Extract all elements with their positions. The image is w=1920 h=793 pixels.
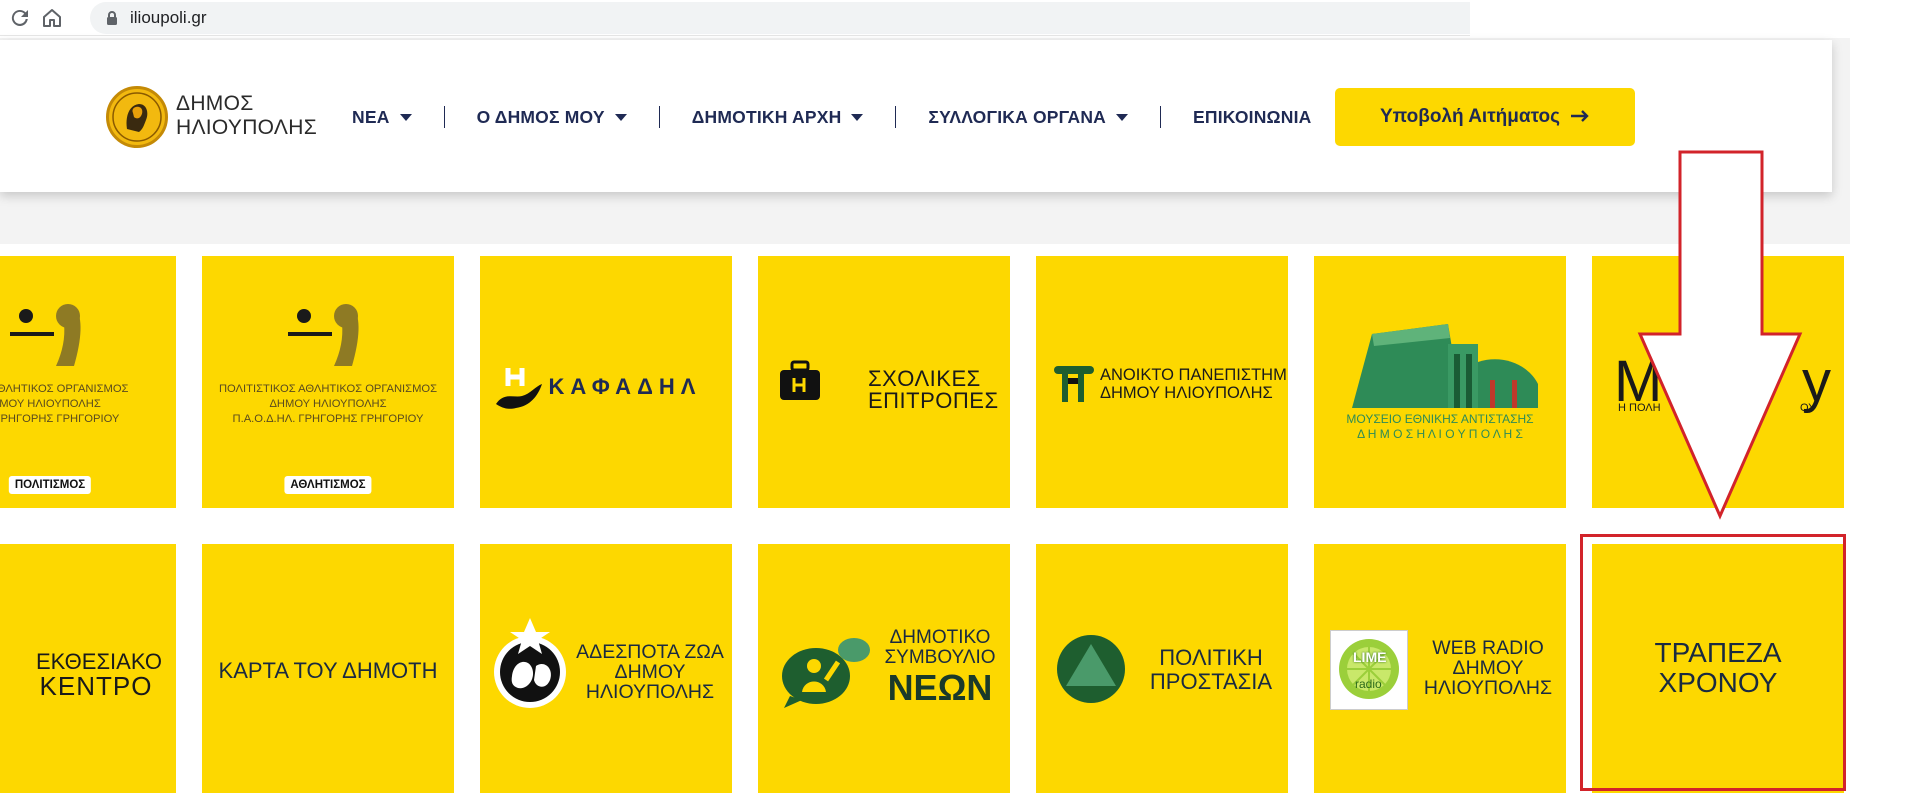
tile-text-line: ΣΧΟΛΙΚΕΣ: [868, 366, 981, 391]
arrow-right-icon: [1570, 106, 1590, 129]
tile-text-line: ΔΗΜΟΥ: [1452, 657, 1524, 679]
browser-toolbar: ilioupoli.gr: [0, 0, 1470, 36]
tile-stray-animals[interactable]: ΑΔΕΣΠΟΤΑ ΖΩΑ ΔΗΜΟΥ ΗΛΙΟΥΠΟΛΗΣ: [480, 544, 732, 793]
category-badge: ΠΟΛΙΤΙΣΜΟΣ: [8, 476, 92, 494]
category-badge: ΑΘΛΗΤΙΣΜΟΣ: [284, 476, 372, 494]
tile-school-committees[interactable]: ΣΧΟΛΙΚΕΣ ΕΠΙΤΡΟΠΕΣ: [758, 256, 1010, 508]
home-icon[interactable]: [40, 6, 64, 30]
speech-mark-icon: [288, 304, 359, 366]
tile-text-line: ΠΡΟΣΤΑΣΙΑ: [1149, 669, 1273, 694]
nav-divider: [443, 106, 445, 128]
nav-divider: [895, 106, 897, 128]
radio-logo-top: LIME: [1353, 649, 1387, 665]
tile-web-radio[interactable]: LIME radio WEB RADIO ΔΗΜΟΥ ΗΛΙΟΥΠΟΛΗΣ: [1314, 544, 1566, 793]
logo-emblem-icon: [106, 86, 168, 148]
tile-cultural-athletic-org-sports[interactable]: ΠΟΛΙΤΙΣΤΙΚΟΣ ΑΘΛΗΤΙΚΟΣ ΟΡΓΑΝΙΣΜΟΣ ΔΗΜΟΥ …: [202, 256, 454, 508]
briefcase-icon: [780, 360, 820, 400]
logo-line-2: ΗΛΙΟΥΠΟΛΗΣ: [176, 116, 317, 139]
nav-item-my-municipality[interactable]: Ο ΔΗΜΟΣ ΜΟΥ: [477, 107, 627, 128]
tile-text-line: ΑΔΕΣΠΟΤΑ ΖΩΑ: [576, 641, 724, 663]
tile-text-line: WEB RADIO: [1432, 637, 1544, 659]
youth-speech-bubble-icon: [782, 638, 870, 708]
submit-request-label: Υποβολή Αιτήματος: [1379, 106, 1561, 127]
nav-item-collective-bodies[interactable]: ΣΥΛΛΟΓΙΚΑ ΟΡΓΑΝΑ: [928, 106, 1129, 128]
nav-divider: [1160, 106, 1162, 128]
tile-text-line: ΜΟΥ ΗΛΙΟΥΠΟΛΗΣ: [0, 398, 101, 410]
caret-down-icon: [851, 113, 864, 121]
caret-down-icon: [1116, 113, 1129, 121]
nav-item-label: ΣΥΛΛΟΓΙΚΑ ΟΡΓΑΝΑ: [928, 106, 1107, 127]
museum-building-icon: [1352, 324, 1538, 408]
tile-open-university[interactable]: ΑΝΟΙΚΤΟ ΠΑΝΕΠΙΣΤΗΜΙΟ ΔΗΜΟΥ ΗΛΙΟΥΠΟΛΗΣ: [1036, 256, 1288, 508]
tile-text-line: ΠΟΛΙΤΙΣΤΙΚΟΣ ΑΘΛΗΤΙΚΟΣ ΟΡΓΑΝΙΣΜΟΣ: [218, 383, 438, 395]
reload-icon[interactable]: [8, 6, 32, 30]
speech-mark-icon: [10, 304, 81, 366]
tile-national-resistance-museum[interactable]: ΜΟΥΣΕΙΟ ΕΘΝΙΚΗΣ ΑΝΤΙΣΤΑΣΗΣ Δ Η Μ Ο Σ Η Λ…: [1314, 256, 1566, 508]
tile-text-line: ΣΥΜΒΟΥΛΙΟ: [884, 647, 996, 668]
tile-text-line: ΟΣ ΑΘΛΗΤΙΚΟΣ ΟΡΓΑΝΙΣΜΟΣ: [0, 383, 129, 395]
lime-radio-logo: LIME radio: [1330, 630, 1408, 710]
tile-exhibition-center[interactable]: ΕΚΘΕΣΙΑΚΟ ΚΕΝΤΡΟ: [0, 544, 176, 793]
nav-item-label: ΕΠΙΚΟΙΝΩΝΙΑ: [1193, 106, 1312, 127]
tile-text-line: ΔΗΜΟΥ ΗΛΙΟΥΠΟΛΗΣ: [1100, 384, 1273, 402]
submit-request-button[interactable]: Υποβολή Αιτήματος: [1335, 88, 1635, 146]
civil-protection-triangle-icon: [1057, 635, 1125, 703]
tile-civil-protection[interactable]: ΠΟΛΙΤΙΚΗ ΠΡΟΣΤΑΣΙΑ: [1036, 544, 1288, 793]
screenshot-root: ilioupoli.gr ΔΗΜΟΣ ΗΛΙΟΥΠΟΛΗΣ ΝΕΑ Ο ΔΗΜΟ…: [0, 0, 1920, 793]
tile-text-line: ΜΟΥΣΕΙΟ ΕΘΝΙΚΗΣ ΑΝΤΙΣΤΑΣΗΣ: [1346, 412, 1534, 426]
tile-text-line: ΑΝΟΙΚΤΟ ΠΑΝΕΠΙΣΤΗΜΙΟ: [1100, 366, 1288, 384]
tile-label: ΚΑΦΑΔΗΛ: [548, 374, 702, 399]
annotation-highlight-box: [1580, 534, 1846, 791]
tile-text-line: Δ Η Μ Ο Σ Η Λ Ι Ο Υ Π Ο Λ Η Σ: [1357, 427, 1523, 441]
tile-text-line: ΠΟΛΙΤΙΚΗ: [1159, 645, 1263, 670]
nav-item-municipal-authority[interactable]: ΔΗΜΟΤΙΚΗ ΑΡΧΗ: [692, 107, 864, 128]
url-text[interactable]: ilioupoli.gr: [130, 8, 207, 28]
nav-item-label: ΔΗΜΟΤΙΚΗ ΑΡΧΗ: [691, 106, 842, 127]
tile-citizen-card[interactable]: ΚΑΡΤΑ ΤΟΥ ΔΗΜΟΤΗ: [202, 544, 454, 793]
caret-down-icon: [614, 113, 627, 121]
tile-youth-council[interactable]: ΔΗΜΟΤΙΚΟ ΣΥΜΒΟΥΛΙΟ ΝΕΩΝ: [758, 544, 1010, 793]
tile-text-line: ΗΛΙΟΥΠΟΛΗΣ: [585, 681, 715, 703]
main-nav: ΝΕΑ Ο ΔΗΜΟΣ ΜΟΥ ΔΗΜΟΤΙΚΗ ΑΡΧΗ ΣΥΛΛΟΓΙΚΑ …: [352, 104, 1312, 130]
annotation-arrow-down-icon: [1637, 150, 1803, 520]
tile-text-line: ΔΗΜΟΥ ΗΛΙΟΥΠΟΛΗΣ: [269, 398, 387, 410]
tile-text-line: ΗΛΙΟΥΠΟΛΗΣ: [1423, 677, 1553, 699]
tile-text-line: ΕΠΙΤΡΟΠΕΣ: [868, 388, 999, 413]
tile-text-line: ΚΕΝΤΡΟ: [39, 671, 153, 701]
tile-label: ΚΑΡΤΑ ΤΟΥ ΔΗΜΟΤΗ: [218, 658, 438, 683]
logo-line-1: ΔΗΜΟΣ: [176, 92, 254, 115]
nav-item-contact[interactable]: ΕΠΙΚΟΙΝΩΝΙΑ: [1193, 107, 1312, 128]
tile-text-line: Λ. ΓΡΗΓΟΡΗΣ ΓΡΗΓΟΡΙΟΥ: [0, 413, 120, 425]
site-logo[interactable]: ΔΗΜΟΣ ΗΛΙΟΥΠΟΛΗΣ: [106, 84, 326, 154]
lock-icon: [105, 10, 119, 31]
tile-text-line: ΔΗΜΟΤΙΚΟ: [889, 627, 991, 648]
nav-divider: [658, 106, 660, 128]
column-logo-icon: [1054, 366, 1094, 402]
nav-item-news[interactable]: ΝΕΑ: [352, 107, 412, 128]
lime-fruit-icon: [1339, 639, 1399, 699]
tile-text-line: ΝΕΩΝ: [887, 667, 993, 708]
nav-item-label: Ο ΔΗΜΟΣ ΜΟΥ: [476, 106, 605, 127]
tile-text-line: ΔΗΜΟΥ: [614, 661, 686, 683]
pet-logo-icon: [494, 618, 566, 708]
caret-down-icon: [399, 113, 412, 121]
tile-cultural-athletic-org-culture[interactable]: ΟΣ ΑΘΛΗΤΙΚΟΣ ΟΡΓΑΝΙΣΜΟΣ ΜΟΥ ΗΛΙΟΥΠΟΛΗΣ Λ…: [0, 256, 176, 508]
radio-logo-bottom: radio: [1355, 677, 1382, 691]
nav-item-label: ΝΕΑ: [352, 106, 390, 127]
tile-text-line: Π.Α.Ο.Δ.ΗΛ. ΓΡΗΓΟΡΗΣ ΓΡΗΓΟΡΙΟΥ: [232, 413, 424, 425]
tile-kafadil[interactable]: ΚΑΦΑΔΗΛ: [480, 256, 732, 508]
address-bar[interactable]: [90, 2, 1470, 34]
